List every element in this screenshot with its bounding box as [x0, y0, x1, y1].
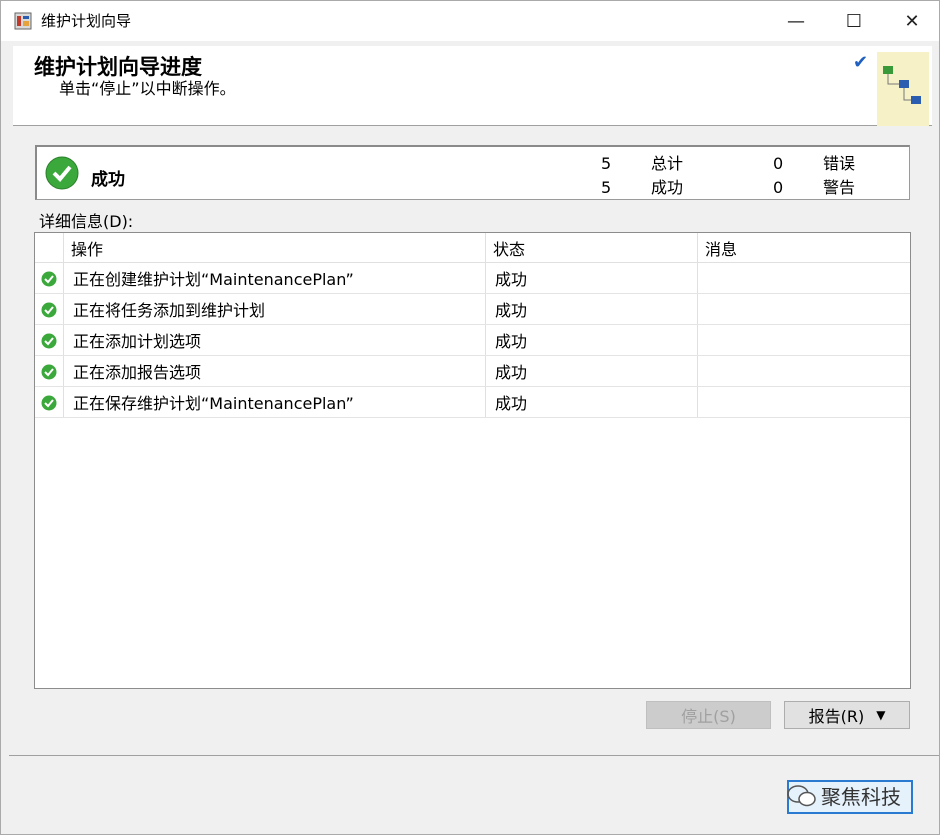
row-action: 正在将任务添加到维护计划	[73, 301, 266, 320]
row-action: 正在添加计划选项	[73, 332, 202, 351]
stop-button-label: 停止(S)	[681, 707, 736, 726]
row-status: 成功	[495, 363, 528, 382]
success-icon	[41, 364, 57, 380]
success-icon	[41, 271, 57, 287]
success-icon	[41, 333, 57, 349]
column-header-action[interactable]: 操作	[71, 236, 103, 260]
success-count: 5	[601, 178, 612, 197]
footer-divider	[9, 755, 939, 756]
watermark-text: 聚焦科技	[821, 785, 901, 809]
report-button-label: 报告(R)	[808, 707, 865, 726]
warning-count: 0	[773, 178, 784, 197]
wizard-header: 维护计划向导进度 单击“停止”以中断操作。 ✔	[13, 46, 932, 126]
column-header-message[interactable]: 消息	[705, 236, 737, 260]
stop-button[interactable]: 停止(S)	[646, 701, 771, 729]
maximize-icon: ☐	[845, 10, 863, 32]
success-icon	[45, 156, 79, 190]
total-label: 总计	[651, 154, 684, 173]
row-status: 成功	[495, 270, 528, 289]
success-icon	[41, 395, 57, 411]
row-action: 正在添加报告选项	[73, 363, 202, 382]
maintenance-wizard-window: 维护计划向导 — ☐ ✕ 维护计划向导进度 单击“停止”以中断操作。 ✔ 成功 …	[0, 0, 940, 835]
details-grid[interactable]: 操作 状态 消息 正在创建维护计划“MaintenancePlan” 成功 正在…	[34, 232, 911, 689]
table-row[interactable]: 正在保存维护计划“MaintenancePlan” 成功	[35, 387, 910, 418]
maximize-button[interactable]: ☐	[825, 1, 883, 41]
error-label: 错误	[823, 154, 856, 173]
table-row[interactable]: 正在添加报告选项 成功	[35, 356, 910, 387]
success-icon	[41, 302, 57, 318]
details-label: 详细信息(D):	[39, 212, 134, 231]
row-action: 正在保存维护计划“MaintenancePlan”	[73, 394, 354, 413]
success-label: 成功	[651, 178, 684, 197]
summary-status: 成功	[91, 170, 125, 190]
close-window-button[interactable]: ✕	[883, 1, 940, 41]
row-status: 成功	[495, 394, 528, 413]
warning-label: 警告	[823, 178, 856, 197]
window-title: 维护计划向导	[41, 12, 132, 30]
page-title: 维护计划向导进度	[34, 55, 202, 79]
row-status: 成功	[495, 301, 528, 320]
table-row[interactable]: 正在将任务添加到维护计划 成功	[35, 294, 910, 325]
watermark: 聚焦科技	[787, 781, 901, 810]
report-button[interactable]: 报告(R) ▼	[784, 701, 910, 729]
close-icon: ✕	[904, 10, 920, 32]
table-row[interactable]: 正在添加计划选项 成功	[35, 325, 910, 356]
minimize-button[interactable]: —	[767, 1, 825, 41]
title-bar: 维护计划向导 — ☐ ✕	[1, 1, 939, 41]
table-row[interactable]: 正在创建维护计划“MaintenancePlan” 成功	[35, 263, 910, 294]
minimize-icon: —	[787, 10, 805, 32]
wechat-icon	[787, 784, 816, 806]
wizard-image	[877, 52, 929, 126]
error-count: 0	[773, 154, 784, 173]
total-count: 5	[601, 154, 612, 173]
page-subtitle: 单击“停止”以中断操作。	[59, 79, 236, 98]
column-header-status[interactable]: 状态	[493, 236, 525, 260]
checkmark-icon: ✔	[853, 52, 869, 73]
app-icon	[14, 12, 32, 30]
row-status: 成功	[495, 332, 528, 351]
summary-panel: 成功 5 总计 0 错误 5 成功 0 警告	[35, 145, 910, 200]
grid-header: 操作 状态 消息	[35, 233, 910, 263]
chevron-down-icon: ▼	[876, 708, 886, 722]
row-action: 正在创建维护计划“MaintenancePlan”	[73, 270, 354, 289]
